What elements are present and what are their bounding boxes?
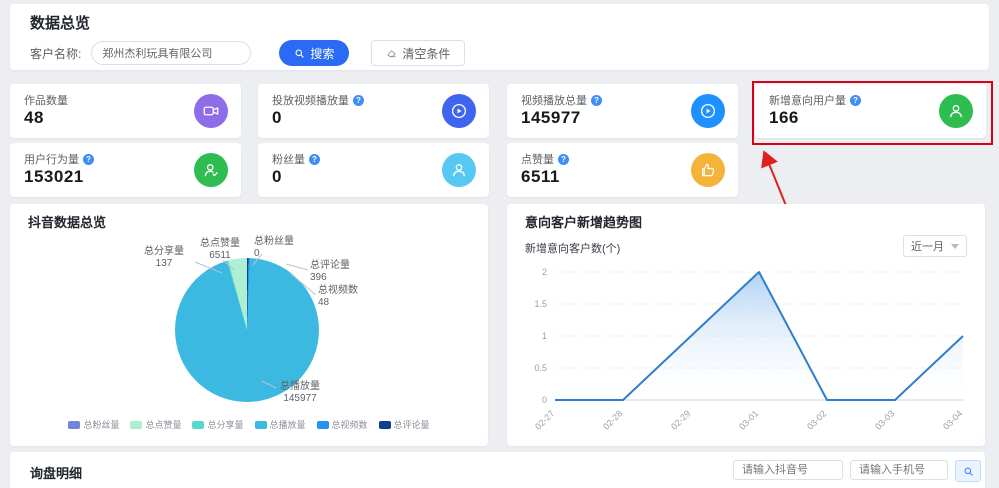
stat-value: 153021 xyxy=(24,167,84,187)
svg-text:02-27: 02-27 xyxy=(533,408,556,431)
play-circle-icon xyxy=(442,94,476,128)
pie-callout-videos: 总视频数48 xyxy=(318,285,374,309)
douyin-overview-panel: 抖音数据总览 总分享量137 总点赞量6511 总粉丝量0 总评论量396 总视… xyxy=(10,204,488,446)
info-icon[interactable]: ? xyxy=(591,95,602,106)
stat-value: 166 xyxy=(769,108,799,128)
thumbs-up-icon xyxy=(691,153,725,187)
page-title: 数据总览 xyxy=(30,12,90,33)
stat-value: 48 xyxy=(24,108,44,128)
search-icon xyxy=(963,466,974,477)
phone-number-input[interactable] xyxy=(850,460,948,480)
intent-trend-panel: 意向客户新增趋势图 新增意向客户数(个) 近一月 00.511.5202-270… xyxy=(507,204,985,446)
stat-card-new-intent-users: 新增意向用户量? 166 xyxy=(755,84,986,138)
stat-label: 点赞量 xyxy=(521,151,554,167)
pie-callout-lines xyxy=(10,204,488,446)
date-range-value: 近一月 xyxy=(911,238,944,254)
inquiry-title: 询盘明细 xyxy=(30,463,82,482)
pie-callout-comments: 总评论量396 xyxy=(310,260,366,284)
stat-card-likes: 点赞量? 6511 xyxy=(507,143,738,197)
svg-text:2: 2 xyxy=(542,267,547,277)
legend-item[interactable]: 总评论量 xyxy=(379,418,430,431)
customer-name-input[interactable] xyxy=(91,41,251,65)
dashboard-page: 数据总览 客户名称: 搜索 清空条件 作品数量 48 投放 xyxy=(0,0,999,488)
user-icon xyxy=(939,94,973,128)
video-icon xyxy=(194,94,228,128)
pie-callout-likes: 总点赞量6511 xyxy=(192,238,248,262)
stat-value: 0 xyxy=(272,108,282,128)
header-card: 数据总览 客户名称: 搜索 清空条件 xyxy=(10,4,989,70)
legend-item[interactable]: 总分享量 xyxy=(192,418,243,431)
trend-line-chart[interactable]: 0 0.5 1 1.5 2 02-27 02-28 02-29 03-01 03-02 03-03 0… xyxy=(521,262,977,442)
pie-callout-shares: 总分享量137 xyxy=(136,246,192,270)
inquiry-details-bar: 询盘明细 xyxy=(10,452,985,488)
legend-item[interactable]: 总视频数 xyxy=(317,418,368,431)
svg-text:02-28: 02-28 xyxy=(601,408,624,431)
stat-card-works: 作品数量 48 xyxy=(10,84,241,138)
stat-card-user-actions: 用户行为量? 153021 xyxy=(10,143,241,197)
user-icon xyxy=(442,153,476,187)
trend-panel-title: 意向客户新增趋势图 xyxy=(525,212,642,231)
search-button-label: 搜索 xyxy=(310,45,334,62)
inquiry-search-button[interactable] xyxy=(955,460,981,482)
legend-item[interactable]: 总粉丝量 xyxy=(68,418,119,431)
stat-label: 用户行为量 xyxy=(24,151,79,167)
info-icon[interactable]: ? xyxy=(850,95,861,106)
filter-row: 客户名称: 搜索 清空条件 xyxy=(30,40,465,66)
stat-label: 视频播放总量 xyxy=(521,92,587,108)
pie-callout-fans: 总粉丝量0 xyxy=(254,236,310,260)
svg-text:03-04: 03-04 xyxy=(941,408,964,431)
stat-value: 6511 xyxy=(521,167,560,187)
eraser-icon xyxy=(386,48,397,59)
stat-card-fans: 粉丝量? 0 xyxy=(258,143,489,197)
trend-y-axis-label: 新增意向客户数(个) xyxy=(525,240,620,256)
svg-text:0.5: 0.5 xyxy=(534,363,547,373)
svg-text:03-02: 03-02 xyxy=(805,408,828,431)
stat-value: 0 xyxy=(272,167,282,187)
legend-item[interactable]: 总点赞量 xyxy=(130,418,181,431)
clear-button-label: 清空条件 xyxy=(402,45,450,62)
stat-label: 新增意向用户量 xyxy=(769,92,846,108)
svg-text:1.5: 1.5 xyxy=(534,299,547,309)
legend-item[interactable]: 总播放量 xyxy=(255,418,306,431)
svg-text:0: 0 xyxy=(542,395,547,405)
svg-text:1: 1 xyxy=(542,331,547,341)
chevron-down-icon xyxy=(951,244,959,249)
pie-legend: 总粉丝量总点赞量总分享量总播放量总视频数总评论量 xyxy=(10,418,488,431)
stat-label: 粉丝量 xyxy=(272,151,305,167)
date-range-select[interactable]: 近一月 xyxy=(903,235,967,257)
svg-text:03-01: 03-01 xyxy=(737,408,760,431)
stat-label: 作品数量 xyxy=(24,92,68,108)
user-check-icon xyxy=(194,153,228,187)
search-icon xyxy=(294,48,305,59)
pie-callout-plays: 总播放量145977 xyxy=(262,381,338,405)
info-icon[interactable]: ? xyxy=(558,154,569,165)
stat-label: 投放视频播放量 xyxy=(272,92,349,108)
play-circle-icon xyxy=(691,94,725,128)
stat-card-ad-video-plays: 投放视频播放量? 0 xyxy=(258,84,489,138)
stat-card-total-video-plays: 视频播放总量? 145977 xyxy=(507,84,738,138)
info-icon[interactable]: ? xyxy=(353,95,364,106)
customer-name-label: 客户名称: xyxy=(30,45,81,62)
clear-filters-button[interactable]: 清空条件 xyxy=(371,40,465,66)
info-icon[interactable]: ? xyxy=(83,154,94,165)
svg-text:03-03: 03-03 xyxy=(873,408,896,431)
info-icon[interactable]: ? xyxy=(309,154,320,165)
search-button[interactable]: 搜索 xyxy=(279,40,349,66)
svg-text:02-29: 02-29 xyxy=(669,408,692,431)
douyin-id-input[interactable] xyxy=(733,460,843,480)
stat-value: 145977 xyxy=(521,108,581,128)
